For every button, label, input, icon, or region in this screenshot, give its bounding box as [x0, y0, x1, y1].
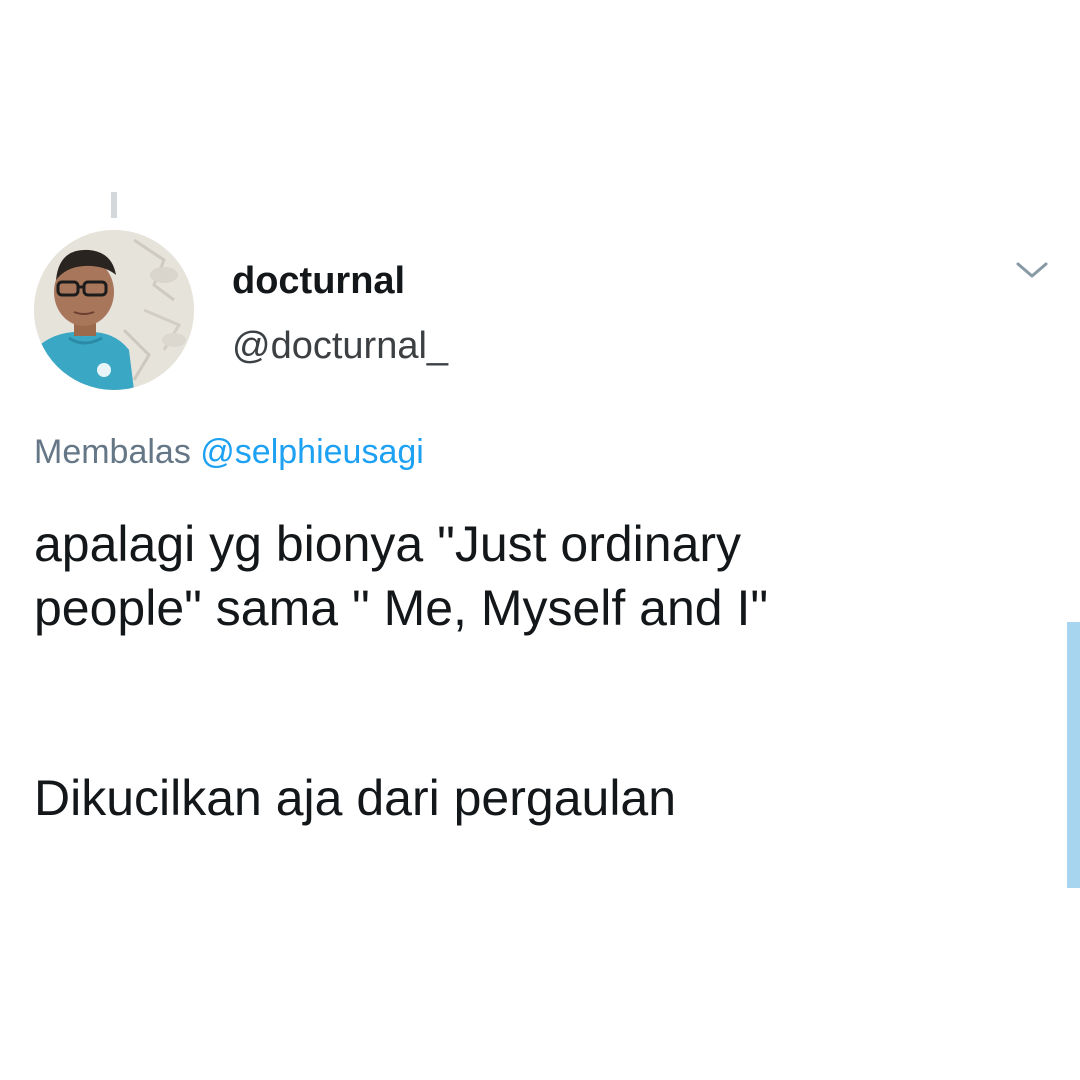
tweet-text-line: Dikucilkan aja dari pergaulan — [34, 770, 677, 826]
tweet-text-line: people" sama " Me, Myself and I" — [34, 580, 769, 636]
author-display-name[interactable]: docturnal — [232, 258, 405, 304]
author-handle[interactable]: @docturnal_ — [232, 323, 448, 369]
reply-context: Membalas @selphieusagi — [34, 430, 424, 474]
reply-context-prefix: Membalas — [34, 433, 191, 471]
paragraph-spacer — [34, 640, 1034, 766]
tweet-text-line: apalagi yg bionya "Just ordinary — [34, 516, 742, 572]
scroll-indicator[interactable] — [1067, 622, 1080, 888]
more-options-button[interactable] — [1010, 252, 1054, 288]
reply-mention-link[interactable]: @selphieusagi — [200, 433, 424, 471]
tweet-text: apalagi yg bionya "Just ordinary people"… — [34, 512, 1034, 830]
profile-photo — [34, 230, 194, 390]
avatar[interactable] — [34, 230, 194, 390]
thread-connector-line — [111, 192, 117, 218]
chevron-down-icon — [1016, 262, 1048, 278]
